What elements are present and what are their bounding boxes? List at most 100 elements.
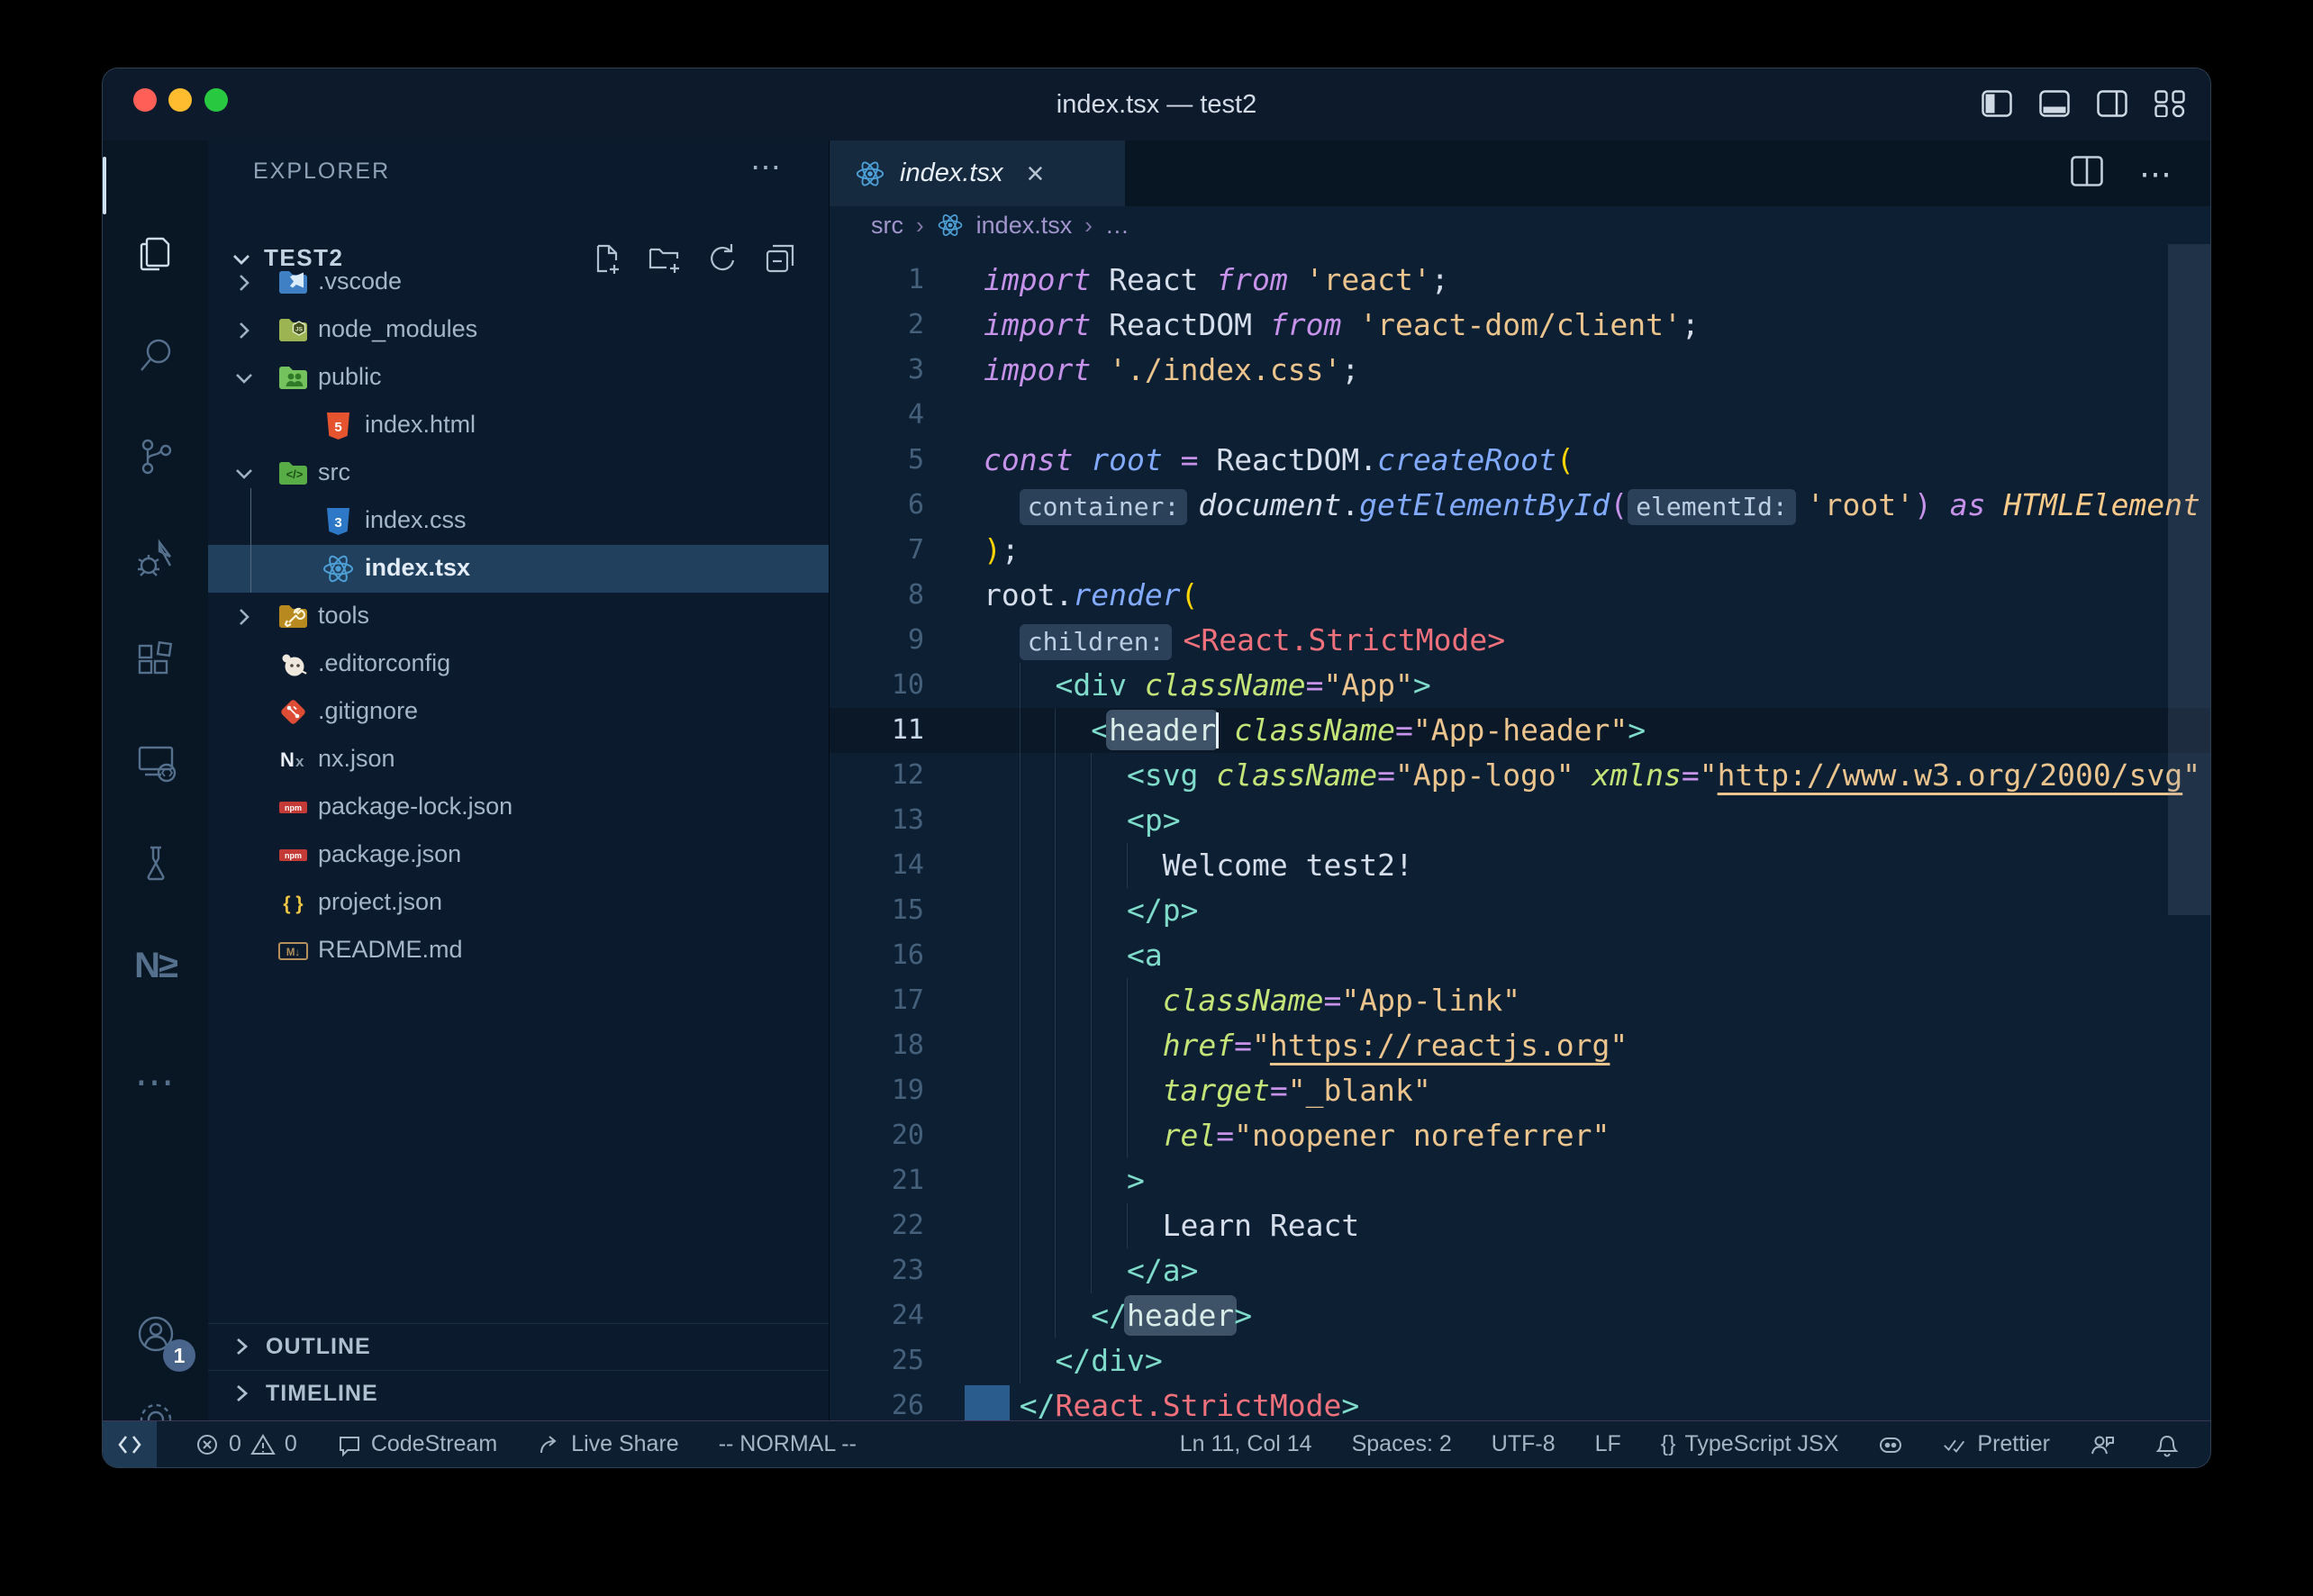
css-icon: 3 bbox=[322, 504, 355, 538]
editor-more-actions-icon[interactable]: ⋯ bbox=[2139, 155, 2174, 193]
breadcrumb-symbol[interactable]: … bbox=[1105, 212, 1129, 240]
code-line-5[interactable]: 5const root = ReactDOM.createRoot( bbox=[830, 438, 2210, 483]
copilot-status[interactable] bbox=[1878, 1432, 1903, 1457]
tree-item-package.json[interactable]: npmpackage.json bbox=[208, 831, 829, 879]
code-line-18[interactable]: 18 href="https://reactjs.org" bbox=[830, 1023, 2210, 1068]
tree-item-public[interactable]: public bbox=[208, 354, 829, 402]
tree-item-README.md[interactable]: M↓README.md bbox=[208, 927, 829, 975]
notifications-bell-icon[interactable] bbox=[2154, 1432, 2180, 1457]
tree-item-label: index.html bbox=[365, 411, 476, 439]
code-line-7[interactable]: 7); bbox=[830, 528, 2210, 573]
code-line-3[interactable]: 3import './index.css'; bbox=[830, 348, 2210, 393]
tree-item-nx.json[interactable]: Nxnx.json bbox=[208, 736, 829, 784]
code-line-12[interactable]: 12 <svg className="App-logo" xmlns="http… bbox=[830, 753, 2210, 798]
code-line-8[interactable]: 8root.render( bbox=[830, 573, 2210, 618]
vim-mode-indicator[interactable]: -- NORMAL -- bbox=[719, 1431, 857, 1457]
encoding-indicator[interactable]: UTF-8 bbox=[1492, 1431, 1556, 1457]
tree-item-project.json[interactable]: { }project.json bbox=[208, 879, 829, 927]
accounts-icon[interactable]: 1 bbox=[103, 1289, 208, 1379]
prettier-status[interactable]: Prettier bbox=[1943, 1431, 2050, 1457]
toggle-panel-icon[interactable] bbox=[2039, 90, 2070, 117]
code-line-23[interactable]: 23 </a> bbox=[830, 1248, 2210, 1293]
tree-item-src[interactable]: </>src bbox=[208, 449, 829, 497]
problems-indicator[interactable]: 0 0 bbox=[195, 1431, 297, 1457]
code-line-19[interactable]: 19 target="_blank" bbox=[830, 1068, 2210, 1113]
activity-testing-icon[interactable] bbox=[103, 819, 208, 909]
vertical-scrollbar[interactable] bbox=[2168, 244, 2210, 915]
folder-public-icon bbox=[277, 361, 310, 394]
indentation-indicator[interactable]: Spaces: 2 bbox=[1352, 1431, 1452, 1457]
breadcrumb-separator: › bbox=[916, 212, 924, 240]
tree-item-.gitignore[interactable]: .gitignore bbox=[208, 688, 829, 736]
breadcrumb[interactable]: src › index.tsx › … bbox=[830, 206, 2210, 244]
line-number: 10 bbox=[830, 663, 924, 708]
svg-text:N: N bbox=[280, 748, 295, 771]
tree-item-index.css[interactable]: 3index.css bbox=[208, 497, 829, 545]
code-line-21[interactable]: 21 > bbox=[830, 1158, 2210, 1203]
tree-item-.editorconfig[interactable]: .editorconfig bbox=[208, 640, 829, 688]
npm-icon: npm bbox=[277, 839, 310, 872]
code-line-6[interactable]: 6 container:document.getElementById(elem… bbox=[830, 483, 2210, 528]
toggle-sidebar-icon[interactable] bbox=[1982, 90, 2012, 117]
line-number: 19 bbox=[830, 1068, 924, 1113]
tree-item-node_modules[interactable]: JSnode_modules bbox=[208, 306, 829, 354]
code-line-15[interactable]: 15 </p> bbox=[830, 888, 2210, 933]
tree-item-index.html[interactable]: 5index.html bbox=[208, 402, 829, 449]
code-line-2[interactable]: 2import ReactDOM from 'react-dom/client'… bbox=[830, 303, 2210, 348]
line-content: <div className="App"> bbox=[984, 663, 1431, 708]
language-mode[interactable]: {} TypeScript JSX bbox=[1661, 1431, 1839, 1457]
activity-run-debug-icon[interactable] bbox=[103, 513, 208, 603]
activity-search-icon[interactable] bbox=[103, 310, 208, 400]
code-line-10[interactable]: 10 <div className="App"> bbox=[830, 663, 2210, 708]
customize-layout-icon[interactable] bbox=[2154, 90, 2185, 117]
code-line-14[interactable]: 14 Welcome test2! bbox=[830, 843, 2210, 888]
code-line-22[interactable]: 22 Learn React bbox=[830, 1203, 2210, 1248]
activity-explorer-icon[interactable] bbox=[103, 208, 208, 298]
code-line-16[interactable]: 16 <a bbox=[830, 933, 2210, 978]
activity-extensions-icon[interactable] bbox=[103, 615, 208, 705]
cursor-position[interactable]: Ln 11, Col 14 bbox=[1180, 1431, 1312, 1457]
tree-item-.vscode[interactable]: .vscode bbox=[208, 258, 829, 306]
line-number: 8 bbox=[830, 573, 924, 618]
tree-item-package-lock.json[interactable]: npmpackage-lock.json bbox=[208, 784, 829, 831]
code-line-20[interactable]: 20 rel="noopener noreferrer" bbox=[830, 1113, 2210, 1158]
code-line-25[interactable]: 25 </div> bbox=[830, 1338, 2210, 1383]
code-line-26[interactable]: 26 </React.StrictMode> bbox=[830, 1383, 2210, 1420]
tree-item-index.tsx[interactable]: index.tsx bbox=[208, 545, 829, 593]
toggle-secondary-sidebar-icon[interactable] bbox=[2097, 90, 2127, 117]
svg-text:3: 3 bbox=[334, 515, 341, 530]
code-line-13[interactable]: 13 <p> bbox=[830, 798, 2210, 843]
live-share-status[interactable]: Live Share bbox=[537, 1431, 679, 1457]
explorer-more-icon[interactable]: ⋯ bbox=[750, 150, 784, 186]
inlay-hint: elementId: bbox=[1628, 489, 1796, 525]
code-line-11[interactable]: 11 <header className="App-header"> bbox=[830, 708, 2210, 753]
eol-indicator[interactable]: LF bbox=[1595, 1431, 1621, 1457]
tab-index-tsx[interactable]: index.tsx × bbox=[830, 141, 1125, 206]
feedback-icon[interactable] bbox=[2090, 1432, 2115, 1457]
chevron-down-icon bbox=[231, 461, 257, 491]
codestream-status[interactable]: CodeStream bbox=[337, 1431, 497, 1457]
svg-text:</>: </> bbox=[286, 467, 304, 481]
close-tab-icon[interactable]: × bbox=[1026, 159, 1044, 189]
breadcrumb-file[interactable]: index.tsx bbox=[976, 212, 1073, 240]
code-line-4[interactable]: 4 bbox=[830, 393, 2210, 438]
activity-more-icon[interactable]: ⋯ bbox=[103, 1037, 208, 1127]
line-content: const root = ReactDOM.createRoot( bbox=[984, 438, 1574, 483]
code-line-9[interactable]: 9 children:<React.StrictMode> bbox=[830, 618, 2210, 663]
tree-item-tools[interactable]: tools bbox=[208, 593, 829, 640]
split-editor-icon[interactable] bbox=[2071, 156, 2103, 191]
activity-remote-explorer-icon[interactable] bbox=[103, 717, 208, 807]
activity-source-control-icon[interactable] bbox=[103, 412, 208, 502]
code-line-17[interactable]: 17 className="App-link" bbox=[830, 978, 2210, 1023]
breadcrumb-src[interactable]: src bbox=[871, 212, 903, 240]
remote-indicator[interactable] bbox=[103, 1421, 157, 1468]
explorer-title: EXPLORER bbox=[253, 159, 390, 185]
title-bar: index.tsx — test2 bbox=[103, 68, 2210, 141]
code-line-1[interactable]: 1import React from 'react'; bbox=[830, 258, 2210, 303]
code-line-24[interactable]: 24 </header> bbox=[830, 1293, 2210, 1338]
code-area[interactable]: 1import React from 'react';2import React… bbox=[830, 258, 2210, 1420]
timeline-section[interactable]: TIMELINE bbox=[208, 1370, 829, 1417]
line-number: 26 bbox=[830, 1383, 924, 1420]
outline-section[interactable]: OUTLINE bbox=[208, 1323, 829, 1370]
activity-nx-console-icon[interactable]: N≥ bbox=[103, 920, 208, 1011]
